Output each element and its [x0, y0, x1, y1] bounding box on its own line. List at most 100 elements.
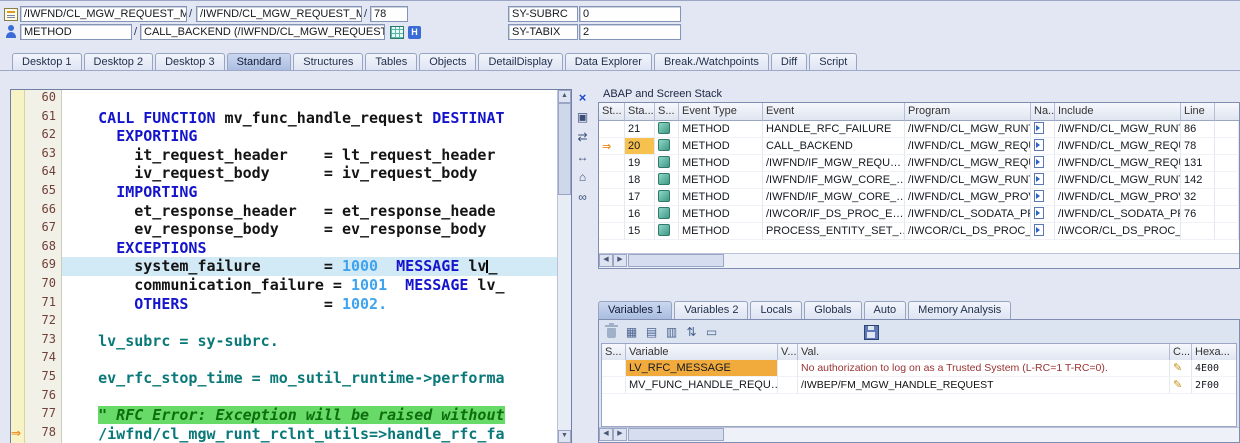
variables-hscroll[interactable]: ◀ ▶: [599, 427, 1239, 442]
table-contents-icon[interactable]: [389, 25, 404, 40]
scrollbar-thumb[interactable]: [628, 428, 724, 441]
code-line[interactable]: [62, 90, 557, 109]
event-field[interactable]: CALL_BACKEND (/IWFND/CL_MGW_REQUEST_MANA…: [140, 24, 385, 40]
code-line[interactable]: et_response_header = et_response_heade: [62, 202, 557, 221]
code-line[interactable]: EXPORTING: [62, 127, 557, 146]
tab-objects[interactable]: Objects: [419, 53, 477, 71]
tab-desktop-1[interactable]: Desktop 1: [12, 53, 82, 71]
save-button[interactable]: [863, 324, 880, 341]
tab-desktop-3[interactable]: Desktop 3: [155, 53, 225, 71]
sy-tabix-value-field[interactable]: 2: [579, 24, 681, 40]
tab-structures[interactable]: Structures: [293, 53, 364, 71]
scroll-right-button[interactable]: ▶: [613, 254, 627, 267]
navigate-icon[interactable]: [1034, 156, 1044, 168]
select-columns-icon[interactable]: ▥: [663, 323, 680, 340]
tab-memory-analysis[interactable]: Memory Analysis: [908, 301, 1012, 319]
stack-column-header[interactable]: Event: [763, 103, 905, 121]
event-type-field[interactable]: METHOD: [20, 24, 132, 40]
services-icon[interactable]: ▣: [574, 109, 591, 125]
stack-column-header[interactable]: Na...: [1031, 103, 1055, 121]
stack-column-header[interactable]: Include: [1055, 103, 1181, 121]
navigate-icon[interactable]: [1034, 173, 1044, 185]
table-layout-icon[interactable]: ▦: [623, 323, 640, 340]
tab-variables-1[interactable]: Variables 1: [598, 301, 673, 319]
tab-auto[interactable]: Auto: [863, 301, 907, 319]
code-line[interactable]: it_request_header = lt_request_header: [62, 146, 557, 165]
editor-code[interactable]: CALL FUNCTION mv_func_handle_request DES…: [62, 90, 557, 443]
tab-globals[interactable]: Globals: [804, 301, 862, 319]
code-line[interactable]: system_failure = 1000 MESSAGE lv _: [62, 257, 557, 276]
tab-tables[interactable]: Tables: [365, 53, 418, 71]
navigate-icon[interactable]: [1034, 207, 1044, 219]
code-line[interactable]: IMPORTING: [62, 183, 557, 202]
tab-desktop-2[interactable]: Desktop 2: [83, 53, 154, 71]
header-badge-icon[interactable]: H: [407, 25, 422, 40]
code-line[interactable]: communication_failure = 1001 MESSAGE lv_: [62, 276, 557, 295]
stack-row[interactable]: 19 METHOD/IWFND/IF_MGW_REQU…/IWFND/CL_MGW…: [599, 155, 1239, 172]
code-line[interactable]: EXCEPTIONS: [62, 239, 557, 258]
stack-row[interactable]: ⇒20 METHODCALL_BACKEND/IWFND/CL_MGW_REQU……: [599, 138, 1239, 155]
program-field[interactable]: /IWFND/CL_MGW_REQUEST_MANAGER…: [20, 6, 187, 22]
tab-standard[interactable]: Standard: [226, 53, 292, 71]
stack-column-header[interactable]: S...: [655, 103, 679, 121]
tab-variables-2[interactable]: Variables 2: [674, 301, 749, 319]
stack-hscroll[interactable]: ◀ ▶: [599, 253, 1239, 268]
pencil-icon[interactable]: ✎: [1173, 362, 1182, 374]
code-editor[interactable]: ⇒ 60 61 62 63 64 65 66 67 68 69 70 71 72 73 74 75 76 77 78…: [10, 89, 572, 443]
code-line[interactable]: ev_response_body = ev_response_body: [62, 220, 557, 239]
change-layout-icon[interactable]: ▤: [643, 323, 660, 340]
delete-variables-icon[interactable]: [603, 323, 620, 340]
scrollbar-thumb[interactable]: [628, 254, 724, 267]
stack-row[interactable]: 21 METHOD HANDLE_RFC_FAILURE/IWFND/CL_MGW_…: [599, 121, 1239, 138]
variable-row[interactable]: MV_FUNC_HANDLE_REQU… /IWBEP/FM_MGW_HANDLE…: [602, 377, 1236, 394]
sy-subrc-value-field[interactable]: 0: [579, 6, 681, 22]
scroll-up-button[interactable]: ▲: [558, 90, 571, 103]
stack-row[interactable]: 16 METHOD/IWCOR/IF_DS_PROC_E…/IWFND/CL_SO…: [599, 206, 1239, 223]
scrollbar-thumb[interactable]: [558, 103, 571, 195]
horizontal-resize-icon[interactable]: ↔: [574, 149, 591, 165]
scroll-down-button[interactable]: ▼: [558, 430, 571, 443]
scroll-left-button[interactable]: ◀: [599, 428, 613, 441]
services-icon[interactable]: ▭: [703, 323, 720, 340]
swap-layout-icon[interactable]: ⇄: [574, 129, 591, 145]
navigate-icon[interactable]: [1034, 139, 1044, 151]
tab-diff[interactable]: Diff: [770, 53, 808, 71]
navigate-icon[interactable]: [1034, 122, 1044, 134]
stack-column-header[interactable]: Sta...: [625, 103, 655, 121]
stack-column-header[interactable]: Program: [905, 103, 1031, 121]
sy-subrc-label-field[interactable]: SY-SUBRC: [508, 6, 578, 22]
watchpoint-icon[interactable]: ∞: [574, 189, 591, 205]
include-field[interactable]: /IWFND/CL_MGW_REQUEST_MANAGER…: [196, 6, 362, 22]
tab-data-explorer[interactable]: Data Explorer: [564, 53, 652, 71]
goto-statement-icon[interactable]: ⌂: [574, 169, 591, 185]
code-line[interactable]: ev_rfc_stop_time = mo_sutil_runtime->per…: [62, 369, 557, 388]
stack-row[interactable]: 18 METHOD/IWFND/IF_MGW_CORE_…/IWFND/CL_MG…: [599, 172, 1239, 189]
code-line[interactable]: [62, 388, 557, 407]
stack-column-header[interactable]: Line: [1181, 103, 1215, 121]
close-icon[interactable]: ×: [574, 89, 591, 105]
code-line[interactable]: lv_subrc = sy-subrc.: [62, 332, 557, 351]
code-line[interactable]: OTHERS = 1002.: [62, 295, 557, 314]
stack-column-header[interactable]: Event Type: [679, 103, 763, 121]
sy-tabix-label-field[interactable]: SY-TABIX: [508, 24, 578, 40]
pencil-icon[interactable]: ✎: [1173, 379, 1182, 391]
code-line[interactable]: [62, 350, 557, 369]
tab-break-watchpoints[interactable]: Break./Watchpoints: [653, 53, 769, 71]
code-line[interactable]: CALL FUNCTION mv_func_handle_request DES…: [62, 109, 557, 128]
stack-column-header[interactable]: St...: [599, 103, 625, 121]
code-line[interactable]: iv_request_body = iv_request_body: [62, 164, 557, 183]
line-number-field[interactable]: 78: [370, 6, 408, 22]
code-line[interactable]: [62, 313, 557, 332]
tab-detaildisplay[interactable]: DetailDisplay: [478, 53, 563, 71]
tab-script[interactable]: Script: [809, 53, 858, 71]
scroll-left-button[interactable]: ◀: [599, 254, 613, 267]
editor-vscroll[interactable]: ▲ ▼: [557, 90, 571, 443]
sort-icon[interactable]: ⇅: [683, 323, 700, 340]
stack-row[interactable]: 15 METHOD PROCESS_ENTITY_SET_…/IWCOR/CL_DS…: [599, 223, 1239, 240]
tab-locals[interactable]: Locals: [750, 301, 803, 319]
stack-row[interactable]: 17 METHOD/IWFND/IF_MGW_CORE_…/IWFND/CL_MG…: [599, 189, 1239, 206]
variable-row[interactable]: LV_RFC_MESSAGE No authorization to log on…: [602, 360, 1236, 377]
navigate-icon[interactable]: [1034, 190, 1044, 202]
code-line[interactable]: " RFC Error: Exception will be raised wi…: [62, 406, 557, 425]
scroll-right-button[interactable]: ▶: [613, 428, 627, 441]
